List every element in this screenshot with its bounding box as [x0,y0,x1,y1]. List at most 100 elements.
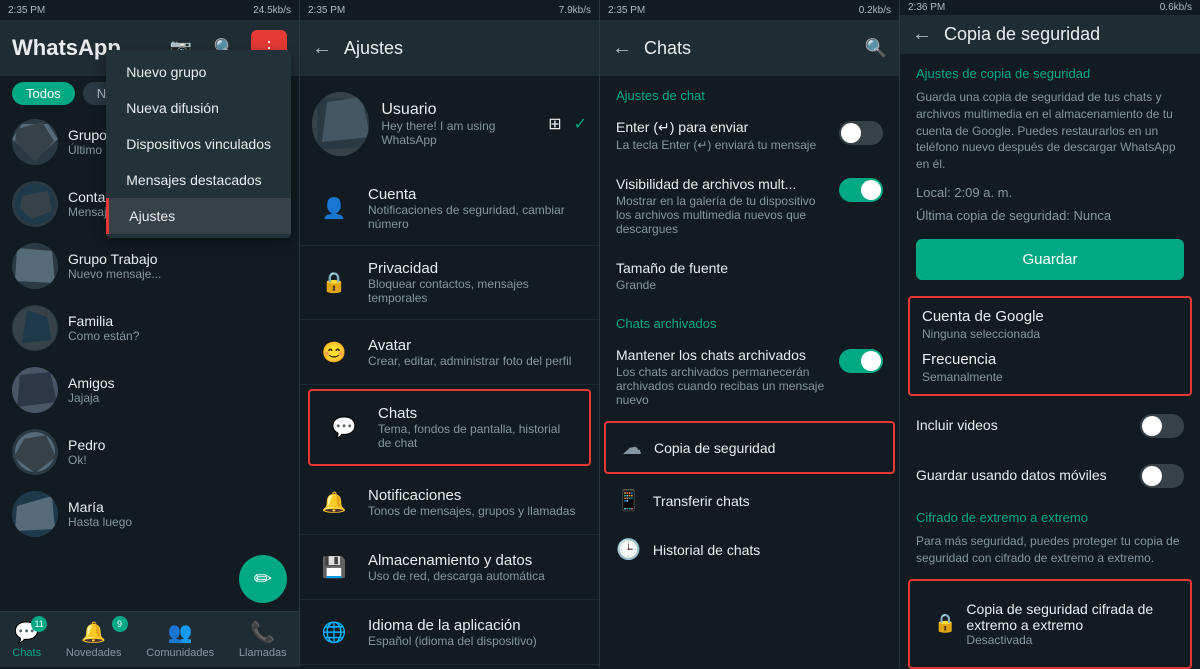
google-account-box[interactable]: Cuenta de Google Ninguna seleccionada Fr… [908,296,1192,396]
profile-name: Usuario [381,101,536,119]
speed-3: 0.2kb/s [859,5,891,16]
qr-icon[interactable]: ⊞ [548,114,561,134]
e2e-row: 🔒 Copia de seguridad cifrada de extremo … [922,591,1178,657]
dropdown-menu: Nuevo grupo Nueva difusión Dispositivos … [106,50,291,238]
frequency-subtitle: Semanalmente [922,370,1178,384]
menu-starred-messages[interactable]: Mensajes destacados [106,162,291,198]
last-backup: Última copia de seguridad: Nunca [900,204,1200,227]
history-icon: 🕒 [616,537,641,562]
avatar [12,243,58,289]
media-visibility-row[interactable]: Visibilidad de archivos mult... Mostrar … [600,164,899,248]
status-bar-4: 2:36 PM 0.6kb/s [900,0,1200,15]
google-account-title: Cuenta de Google [922,308,1178,325]
keep-archived-row[interactable]: Mantener los chats archivados Los chats … [600,335,899,419]
list-item[interactable]: María Hasta luego [0,483,299,545]
nav-calls-label: Llamadas [239,647,287,659]
chat-list-panel: 2:35 PM 24.5kb/s WhatsApp 📷 🔍 ⋮ Nuevo gr… [0,0,300,667]
google-account-subtitle: Ninguna seleccionada [922,327,1178,341]
settings-header: ← Ajustes [300,20,599,76]
updates-badge: 9 [112,616,128,632]
nav-communities[interactable]: 👥 Comunidades [146,620,214,659]
chat-history-row[interactable]: 🕒 Historial de chats [600,525,899,574]
settings-language[interactable]: 🌐 Idioma de la aplicación Español (idiom… [300,600,599,665]
nav-updates-label: Novedades [66,647,122,659]
mobile-data-toggle[interactable] [1140,464,1184,488]
archived-chats-section: Chats archivados Mantener los chats arch… [600,304,899,574]
font-size-row[interactable]: Tamaño de fuente Grande [600,248,899,304]
chat-settings-section: Ajustes de chat Enter (↵) para enviar La… [600,76,899,304]
backup-title: Copia de seguridad [944,24,1100,45]
media-visibility-toggle[interactable] [839,178,883,202]
menu-linked-devices[interactable]: Dispositivos vinculados [106,126,291,162]
bottom-navigation: 💬 Chats 11 🔔 Novedades 9 👥 Comunidades 📞… [0,611,299,667]
speed-2: 7.9kb/s [559,5,591,16]
filter-all[interactable]: Todos [12,82,75,105]
settings-privacy[interactable]: 🔒 Privacidad Bloquear contactos, mensaje… [300,246,599,320]
chats-settings-title: Chats [644,38,691,59]
settings-panel: 2:35 PM 7.9kb/s ← Ajustes Usuario Hey th… [300,0,600,667]
backup-section-title: Ajustes de copia de seguridad [900,54,1200,85]
new-chat-fab[interactable]: ✏ [239,555,287,603]
search-chats-icon[interactable]: 🔍 [865,38,887,59]
nav-chats[interactable]: 💬 Chats 11 [12,620,41,659]
menu-new-broadcast[interactable]: Nueva difusión [106,90,291,126]
profile-avatar [312,92,369,156]
settings-chats[interactable]: 💬 Chats Tema, fondos de pantalla, histor… [308,389,591,466]
checkmark-icon: ✓ [574,114,587,134]
time-1: 2:35 PM [8,5,45,16]
chat-settings-label: Ajustes de chat [600,76,899,107]
enter-send-toggle[interactable] [839,121,883,145]
calls-icon: 📞 [250,620,275,645]
speed-1: 24.5kb/s [253,5,291,16]
include-videos-title: Incluir videos [916,417,998,433]
list-item[interactable]: Amigos Jajaja [0,359,299,421]
local-time: Local: 2:09 a. m. [900,181,1200,204]
nav-calls[interactable]: 📞 Llamadas [239,620,287,659]
back-button-chats[interactable]: ← [612,37,632,60]
time-3: 2:35 PM [608,5,645,16]
app-title: WhatsApp [12,35,121,61]
avatar-icon: 😊 [316,334,352,370]
frequency-row: Frecuencia Semanalmente [922,351,1178,384]
menu-new-group[interactable]: Nuevo grupo [106,54,291,90]
settings-account[interactable]: 👤 Cuenta Notificaciones de seguridad, ca… [300,172,599,246]
frequency-title: Frecuencia [922,351,1178,368]
language-icon: 🌐 [316,614,352,650]
avatar [12,491,58,537]
lock-icon: 🔒 [934,613,956,634]
time-4: 2:36 PM [908,2,945,13]
mobile-data-title: Guardar usando datos móviles [916,467,1107,483]
chats-settings-panel: 2:35 PM 0.2kb/s ← Chats 🔍 Ajustes de cha… [600,0,900,667]
list-item[interactable]: Grupo Trabajo Nuevo mensaje... [0,235,299,297]
settings-avatar[interactable]: 😊 Avatar Crear, editar, administrar foto… [300,320,599,385]
keep-archived-toggle[interactable] [839,349,883,373]
mobile-data-row[interactable]: Guardar usando datos móviles [900,450,1200,500]
backup-cloud-icon: ☁ [622,435,642,460]
archived-label: Chats archivados [600,304,899,335]
enter-to-send-row[interactable]: Enter (↵) para enviar La tecla Enter (↵)… [600,107,899,164]
communities-icon: 👥 [168,620,193,645]
settings-storage[interactable]: 💾 Almacenamiento y datos Uso de red, des… [300,535,599,600]
status-bar-2: 2:35 PM 7.9kb/s [300,0,599,20]
nav-updates[interactable]: 🔔 Novedades 9 [66,620,122,659]
settings-notifications[interactable]: 🔔 Notificaciones Tonos de mensajes, grup… [300,470,599,535]
chats-settings-icon: 💬 [326,410,362,446]
status-bar-3: 2:35 PM 0.2kb/s [600,0,899,20]
backup-row[interactable]: ☁ Copia de seguridad [604,421,895,474]
list-item[interactable]: Familia Como están? [0,297,299,359]
e2e-subtitle: Desactivada [966,633,1166,647]
e2e-backup-box[interactable]: 🔒 Copia de seguridad cifrada de extremo … [908,579,1192,669]
avatar [12,305,58,351]
menu-settings[interactable]: Ajustes [106,198,291,234]
list-item[interactable]: Pedro Ok! [0,421,299,483]
include-videos-toggle[interactable] [1140,414,1184,438]
profile-section[interactable]: Usuario Hey there! I am using WhatsApp ⊞… [300,76,599,172]
avatar [12,367,58,413]
e2e-section-title: Cifrado de extremo a extremo [900,500,1200,529]
include-videos-row[interactable]: Incluir videos [900,400,1200,450]
save-backup-button[interactable]: Guardar [916,239,1184,280]
transfer-chats-row[interactable]: 📱 Transferir chats [600,476,899,525]
back-button-settings[interactable]: ← [312,37,332,60]
back-button-backup[interactable]: ← [912,23,932,46]
backup-header: ← Copia de seguridad [900,15,1200,54]
